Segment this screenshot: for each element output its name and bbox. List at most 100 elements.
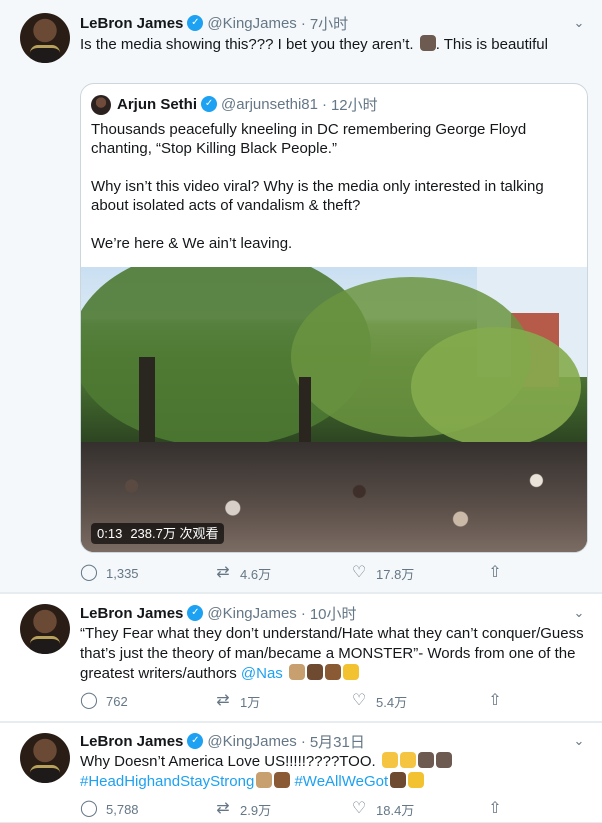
crying-face-icon bbox=[381, 752, 398, 768]
retweet-icon: ⇄ bbox=[216, 692, 230, 709]
reply-icon: ◯ bbox=[80, 564, 98, 581]
reply-icon: ◯ bbox=[80, 692, 98, 709]
tweet-text-part: Why Doesn’t America Love US!!!!!????TOO. bbox=[80, 753, 380, 770]
quoted-tweet[interactable]: Arjun Sethi ✓ @arjunsethi81 · 12小时 Thous… bbox=[80, 83, 588, 553]
avatar[interactable] bbox=[20, 733, 70, 783]
action-bar: ◯ 5,788 ⇄ 2.9万 ♡ 18.4万 ⇧ bbox=[80, 799, 580, 819]
separator-dot: · bbox=[300, 14, 306, 32]
share-button[interactable]: ⇧ bbox=[486, 799, 512, 819]
tweet-text: “They Fear what they don’t understand/Ha… bbox=[80, 624, 588, 684]
tweet-text-part: Is the media showing this??? I bet you t… bbox=[80, 36, 418, 53]
reply-icon: ◯ bbox=[80, 800, 98, 817]
reply-button[interactable]: ◯ 5,788 bbox=[80, 799, 139, 819]
tweet-header: LeBron James ✓ @KingJames · 10小时 bbox=[80, 603, 357, 623]
avatar[interactable] bbox=[20, 13, 70, 63]
author-handle[interactable]: @KingJames bbox=[207, 15, 296, 32]
hashtag-link[interactable]: #WeAllWeGot bbox=[294, 773, 388, 790]
video-tree bbox=[411, 327, 581, 447]
like-button[interactable]: ♡ 17.8万 bbox=[350, 563, 414, 583]
praying-hands-icon bbox=[256, 772, 273, 788]
quoted-tweet-header: Arjun Sethi ✓ @arjunsethi81 · 12小时 bbox=[117, 94, 378, 114]
crying-face-icon bbox=[399, 752, 416, 768]
flexed-biceps-icon bbox=[274, 772, 291, 788]
paragraph: Thousands peacefully kneeling in DC reme… bbox=[91, 121, 527, 157]
chevron-down-icon[interactable]: ⌄ bbox=[572, 606, 586, 620]
mention-link[interactable]: @Nas bbox=[241, 665, 283, 682]
author-name[interactable]: Arjun Sethi bbox=[117, 96, 197, 113]
separator-dot: · bbox=[300, 732, 306, 750]
avatar[interactable] bbox=[91, 95, 111, 115]
verified-icon: ✓ bbox=[187, 605, 204, 621]
like-count: 5.4万 bbox=[376, 694, 408, 710]
heart-icon: ♡ bbox=[351, 564, 367, 581]
retweet-count: 4.6万 bbox=[240, 566, 272, 582]
heart-icon: ♡ bbox=[351, 692, 367, 709]
timestamp[interactable]: 12小时 bbox=[331, 94, 378, 115]
tweet-text: Is the media showing this??? I bet you t… bbox=[80, 35, 588, 55]
paragraph: We’re here & We ain’t leaving. bbox=[91, 235, 293, 252]
verified-icon: ✓ bbox=[187, 733, 204, 749]
author-handle[interactable]: @KingJames bbox=[207, 733, 296, 750]
chevron-down-icon[interactable]: ⌄ bbox=[572, 734, 586, 748]
retweet-button[interactable]: ⇄ 1万 bbox=[214, 691, 260, 711]
person-emoji-icon bbox=[435, 752, 452, 768]
tweet-header: LeBron James ✓ @KingJames · 5月31日 bbox=[80, 731, 365, 751]
share-icon: ⇧ bbox=[488, 564, 502, 581]
flexed-biceps-icon bbox=[324, 664, 341, 680]
separator-dot: · bbox=[321, 95, 327, 113]
chevron-down-icon[interactable]: ⌄ bbox=[572, 16, 586, 30]
reply-count: 762 bbox=[106, 693, 128, 709]
share-icon: ⇧ bbox=[488, 692, 502, 709]
retweet-button[interactable]: ⇄ 4.6万 bbox=[214, 563, 271, 583]
author-handle[interactable]: @KingJames bbox=[207, 605, 296, 622]
tweet-header: LeBron James ✓ @KingJames · 7小时 bbox=[80, 13, 348, 33]
verified-icon: ✓ bbox=[201, 96, 218, 112]
like-button[interactable]: ♡ 5.4万 bbox=[350, 691, 407, 711]
reply-button[interactable]: ◯ 762 bbox=[80, 691, 128, 711]
video-badge: 0:13 238.7万 次观看 bbox=[91, 523, 225, 544]
video-duration: 0:13 bbox=[97, 526, 123, 541]
fist-icon bbox=[390, 772, 407, 788]
retweet-icon: ⇄ bbox=[216, 564, 230, 581]
crown-icon bbox=[408, 772, 425, 788]
paragraph: Why isn’t this video viral? Why is the m… bbox=[91, 178, 544, 214]
timestamp[interactable]: 5月31日 bbox=[310, 731, 365, 752]
reply-count: 1,335 bbox=[106, 565, 139, 581]
action-bar: ◯ 1,335 ⇄ 4.6万 ♡ 17.8万 ⇧ bbox=[80, 563, 580, 583]
author-name[interactable]: LeBron James bbox=[80, 605, 183, 622]
share-button[interactable]: ⇧ bbox=[486, 691, 512, 711]
fist-icon bbox=[306, 664, 323, 680]
avatar[interactable] bbox=[20, 604, 70, 654]
timestamp[interactable]: 7小时 bbox=[310, 13, 348, 34]
video-views: 238.7万 次观看 bbox=[130, 526, 219, 541]
author-handle[interactable]: @arjunsethi81 bbox=[221, 96, 318, 113]
crown-icon bbox=[342, 664, 359, 680]
retweet-icon: ⇄ bbox=[216, 800, 230, 817]
separator-dot: · bbox=[300, 604, 306, 622]
quoted-tweet-text: Thousands peacefully kneeling in DC reme… bbox=[91, 120, 577, 272]
video-player[interactable]: 0:13 238.7万 次观看 bbox=[81, 267, 587, 552]
heart-icon: ♡ bbox=[351, 800, 367, 817]
reply-button[interactable]: ◯ 1,335 bbox=[80, 563, 139, 583]
retweet-button[interactable]: ⇄ 2.9万 bbox=[214, 799, 271, 819]
retweet-count: 1万 bbox=[240, 694, 261, 710]
share-button[interactable]: ⇧ bbox=[486, 563, 512, 583]
tweet[interactable]: LeBron James ✓ @KingJames · 7小时 ⌄ Is the… bbox=[0, 0, 602, 593]
person-emoji-icon bbox=[417, 752, 434, 768]
like-button[interactable]: ♡ 18.4万 bbox=[350, 799, 414, 819]
praying-hands-icon bbox=[288, 664, 305, 680]
person-emoji-icon bbox=[419, 35, 436, 51]
hashtag-link[interactable]: #HeadHighandStayStrong bbox=[80, 773, 254, 790]
retweet-count: 2.9万 bbox=[240, 802, 272, 818]
reply-count: 5,788 bbox=[106, 801, 139, 817]
timestamp[interactable]: 10小时 bbox=[310, 603, 357, 624]
author-name[interactable]: LeBron James bbox=[80, 15, 183, 32]
author-name[interactable]: LeBron James bbox=[80, 733, 183, 750]
share-icon: ⇧ bbox=[488, 800, 502, 817]
action-bar: ◯ 762 ⇄ 1万 ♡ 5.4万 ⇧ bbox=[80, 691, 580, 711]
like-count: 17.8万 bbox=[376, 566, 415, 582]
verified-icon: ✓ bbox=[187, 15, 204, 31]
like-count: 18.4万 bbox=[376, 802, 415, 818]
tweet-text: Why Doesn’t America Love US!!!!!????TOO.… bbox=[80, 752, 588, 792]
tweet-text-part: . This is beautiful bbox=[435, 36, 548, 53]
